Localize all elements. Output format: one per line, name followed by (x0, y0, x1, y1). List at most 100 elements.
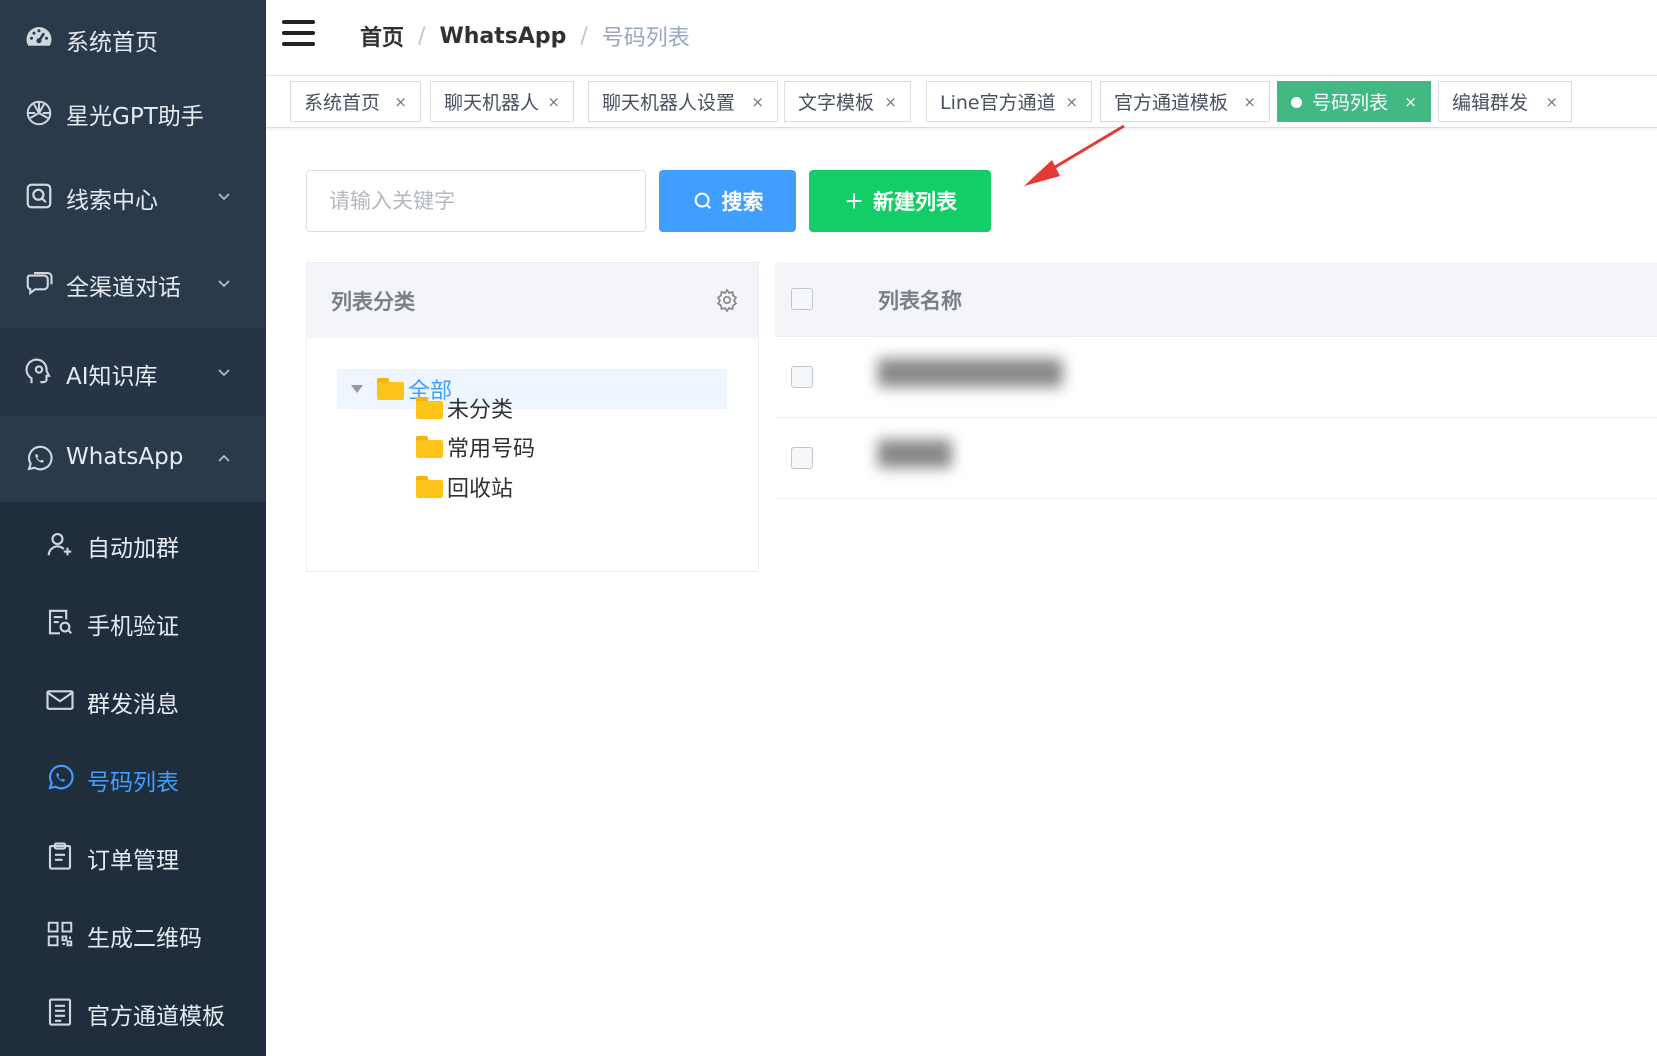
list-name-cell: ████ (878, 440, 952, 468)
tag-official-template[interactable]: 官方通道模板 × (1100, 81, 1270, 122)
tag-label: 聊天机器人 (444, 92, 540, 114)
sidebar-item-label: 生成二维码 (87, 926, 202, 952)
whatsapp-icon (27, 445, 53, 471)
category-panel-header: 列表分类 (307, 263, 758, 338)
tree-node-uncategorized[interactable]: 未分类 (416, 388, 513, 428)
gear-icon[interactable] (715, 288, 739, 312)
user-add-icon (47, 532, 72, 556)
sidebar-item-gpt[interactable]: 星光GPT助手 (0, 74, 266, 154)
close-icon[interactable]: × (394, 93, 407, 111)
sidebar-item-label: 线索中心 (66, 188, 158, 214)
sidebar-item-label: 号码列表 (87, 770, 179, 796)
tag-chatbot-settings[interactable]: 聊天机器人设置 × (588, 81, 778, 122)
doc-search-icon (48, 609, 73, 635)
sidebar-item-leads[interactable]: 线索中心 (0, 154, 266, 238)
close-icon[interactable]: × (751, 93, 764, 111)
sidebar-subitem-orders[interactable]: 订单管理 (0, 817, 266, 895)
tree-node-all[interactable]: 全部 (337, 369, 727, 409)
tree-node-common-numbers[interactable]: 常用号码 (416, 427, 535, 467)
list-name-cell: ██████████ (878, 359, 1063, 387)
chevron-down-icon (218, 369, 230, 377)
sidebar-item-label: 群发消息 (87, 692, 179, 718)
sidebar-item-label: 订单管理 (87, 848, 179, 874)
sidebar-item-label: 自动加群 (87, 536, 179, 562)
table-header: 列表名称 (775, 262, 1657, 337)
sidebar-subitem-official-template[interactable]: 官方通道模板 (0, 973, 266, 1051)
chevron-up-icon (218, 454, 230, 462)
row-checkbox[interactable] (791, 447, 813, 469)
mail-icon (46, 690, 74, 710)
sidebar-item-ai-knowledge[interactable]: AI知识库 (0, 328, 266, 416)
keyword-search-input[interactable] (306, 170, 646, 232)
sidebar-subitem-qrcode[interactable]: 生成二维码 (0, 895, 266, 973)
close-icon[interactable]: × (547, 93, 560, 111)
tree-node-label: 常用号码 (447, 437, 536, 462)
search-box-icon (26, 183, 52, 209)
new-list-button-label: 新建列表 (873, 190, 957, 214)
tag-edit-broadcast[interactable]: 编辑群发 × (1438, 81, 1572, 122)
sidebar-item-omnichannel[interactable]: 全渠道对话 (0, 238, 266, 328)
table-row[interactable]: ████ (775, 418, 1657, 499)
category-panel: 列表分类 全部 未分类 常用号码 回收站 (306, 262, 759, 572)
row-checkbox[interactable] (791, 366, 813, 388)
sidebar-subitem-broadcast[interactable]: 群发消息 (0, 661, 266, 739)
tag-line-official[interactable]: Line官方通道 × (926, 81, 1092, 122)
table-row[interactable]: ██████████ (775, 337, 1657, 418)
openai-icon (26, 100, 52, 126)
tag-label: 号码列表 (1312, 92, 1389, 114)
tag-label: 文字模板 (798, 92, 875, 114)
breadcrumb-separator: / (580, 23, 588, 49)
whatsapp-icon (48, 764, 74, 790)
list-doc-icon (48, 998, 72, 1026)
close-icon[interactable]: × (1065, 93, 1078, 111)
category-panel-title: 列表分类 (331, 290, 415, 314)
caret-down-icon[interactable] (351, 385, 363, 393)
sidebar-item-dashboard[interactable]: 系统首页 (0, 0, 266, 74)
close-icon[interactable]: × (1243, 93, 1256, 111)
tag-chatbot[interactable]: 聊天机器人 × (430, 81, 574, 122)
sidebar-item-label: 全渠道对话 (66, 275, 181, 301)
breadcrumb-home[interactable]: 首页 (360, 20, 404, 52)
hamburger-menu-icon[interactable] (282, 20, 315, 48)
breadcrumb-section[interactable]: WhatsApp (439, 24, 566, 49)
chat-bubbles-icon (26, 271, 53, 296)
tags-view-bar: 系统首页 × 聊天机器人 × 聊天机器人设置 × 文字模板 × Line官方通道… (266, 76, 1657, 128)
column-header-list-name: 列表名称 (878, 289, 962, 313)
list-table: 列表名称 ██████████ ████ (775, 262, 1657, 502)
app-root: 系统首页 星光GPT助手 线索中心 全渠道对话 AI知识库 WhatsApp 自… (0, 0, 1657, 1056)
sidebar-subitem-phone-verify[interactable]: 手机验证 (0, 583, 266, 661)
sidebar-item-label: AI知识库 (66, 364, 158, 390)
folder-icon (416, 436, 443, 458)
tree-node-label: 回收站 (447, 477, 514, 502)
qrcode-icon (47, 921, 73, 947)
sidebar-subitem-number-list[interactable]: 号码列表 (0, 739, 266, 817)
sidebar-item-label: 星光GPT助手 (66, 104, 204, 130)
tree-node-recycle-bin[interactable]: 回收站 (416, 467, 513, 507)
close-icon[interactable]: × (1545, 93, 1558, 111)
select-all-checkbox[interactable] (791, 288, 813, 310)
tag-label: 聊天机器人设置 (602, 92, 736, 114)
search-button[interactable]: 搜索 (659, 170, 796, 232)
tag-dashboard[interactable]: 系统首页 × (290, 81, 421, 122)
sidebar-item-label: 手机验证 (87, 614, 179, 640)
plus-icon (846, 193, 862, 209)
top-header: 首页 / WhatsApp / 号码列表 (266, 0, 1657, 76)
sidebar-subitem-auto-join[interactable]: 自动加群 (0, 505, 266, 583)
search-button-label: 搜索 (721, 190, 764, 214)
tag-label: 编辑群发 (1452, 92, 1529, 114)
folder-icon (416, 476, 443, 498)
close-icon[interactable]: × (1404, 93, 1417, 111)
tag-number-list[interactable]: 号码列表 × (1277, 81, 1431, 122)
folder-icon (377, 378, 404, 400)
sidebar-item-label: 系统首页 (66, 30, 158, 56)
tag-text-template[interactable]: 文字模板 × (784, 81, 911, 122)
breadcrumb: 首页 / WhatsApp / 号码列表 (360, 20, 690, 52)
sidebar-item-whatsapp[interactable]: WhatsApp (0, 416, 266, 502)
brain-head-icon (25, 358, 51, 384)
chevron-down-icon (218, 280, 230, 288)
new-list-button[interactable]: 新建列表 (809, 170, 991, 232)
chevron-down-icon (218, 193, 230, 201)
close-icon[interactable]: × (884, 93, 897, 111)
folder-icon (416, 397, 443, 419)
active-dot (1291, 97, 1302, 108)
